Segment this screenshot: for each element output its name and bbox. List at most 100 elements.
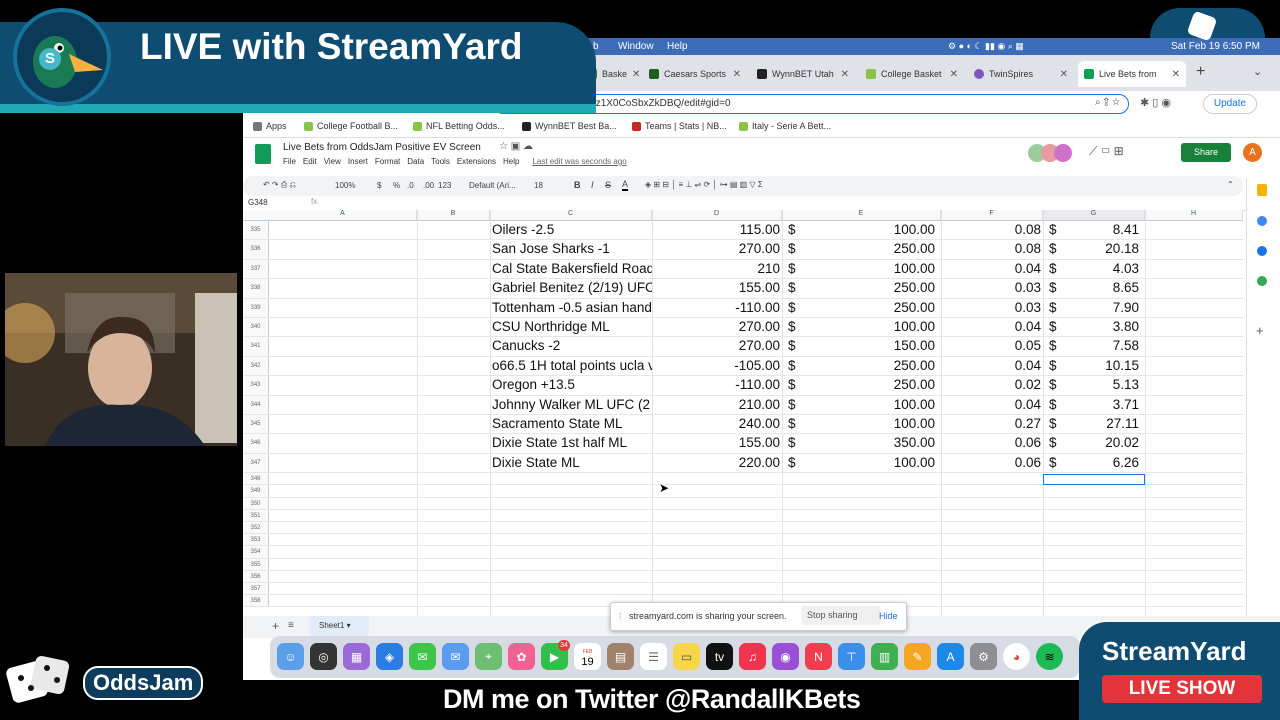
cell-bet[interactable]: San Jose Sharks -1 — [492, 241, 652, 256]
new-tab-icon[interactable]: + — [1196, 63, 1205, 81]
cell-bet[interactable]: Johnny Walker ML UFC (2 — [492, 397, 652, 412]
cell-stake[interactable]: 250.00 — [803, 377, 935, 392]
obs-icon[interactable]: ◎ — [310, 643, 337, 670]
close-icon[interactable]: ✕ — [733, 69, 741, 80]
cell-ev-value[interactable]: 8.41 — [1063, 222, 1139, 237]
cell-ev-pct[interactable]: 0.06 — [941, 435, 1041, 450]
cell-ev-value[interactable]: 4.03 — [1063, 261, 1139, 276]
cell-stake[interactable]: 100.00 — [803, 416, 935, 431]
cell-ev-value[interactable]: 27.11 — [1063, 416, 1139, 431]
cell-odds[interactable]: -105.00 — [652, 358, 780, 373]
row-number[interactable]: 345 — [243, 415, 269, 434]
cell-ev-value[interactable]: 3.71 — [1063, 397, 1139, 412]
update-button[interactable]: Update — [1203, 94, 1257, 114]
numbers-icon[interactable]: ▥ — [871, 643, 898, 670]
reminders-icon[interactable]: ☰ — [640, 643, 667, 670]
cell-bet[interactable]: Oregon +13.5 — [492, 377, 652, 392]
font-select[interactable]: Default (Ari... — [469, 181, 516, 190]
messages-icon[interactable]: ✉ — [409, 643, 436, 670]
cell-ev-value[interactable]: 10.15 — [1063, 358, 1139, 373]
column-g[interactable]: G — [1043, 210, 1145, 220]
menu-item-window[interactable]: Window — [618, 41, 654, 52]
text-color-button[interactable]: A — [622, 179, 629, 191]
notes-icon[interactable]: ▭ — [673, 643, 700, 670]
cell-bet[interactable]: o66.5 1H total points ucla v — [492, 358, 652, 373]
bookmark-italy-serie-a[interactable]: Italy - Serie A Bett... — [739, 121, 831, 131]
close-icon[interactable]: ✕ — [1172, 69, 1180, 80]
column-e[interactable]: E — [782, 210, 941, 220]
zoom-select[interactable]: 100% — [335, 181, 355, 190]
cell-ev-pct[interactable]: 0.08 — [941, 222, 1041, 237]
cell-ev-value[interactable]: 6.26 — [1063, 455, 1139, 470]
share-button[interactable]: Share — [1181, 143, 1231, 162]
column-c[interactable]: C — [490, 210, 652, 220]
calendar-icon[interactable]: FEB 19 — [574, 643, 601, 670]
column-b[interactable]: B — [417, 210, 490, 220]
avatar[interactable]: A — [1243, 143, 1262, 162]
tab-twinspires[interactable]: TwinSpires ✕ — [968, 61, 1074, 87]
add-addon-icon[interactable]: + — [1256, 323, 1264, 338]
pages-icon[interactable]: ✎ — [904, 643, 931, 670]
tab-college-basketball[interactable]: College Basket ✕ — [860, 61, 964, 87]
row-number[interactable]: 346 — [243, 434, 269, 453]
cell-ev-value[interactable]: 3.80 — [1063, 319, 1139, 334]
launchpad-icon[interactable]: ▦ — [343, 643, 370, 670]
cell-ev-pct[interactable]: 0.04 — [941, 261, 1041, 276]
bookmark-teams-stats[interactable]: Teams | Stats | NB... — [632, 121, 727, 131]
row-number[interactable]: 347 — [243, 453, 269, 473]
close-icon[interactable]: ✕ — [1060, 69, 1068, 80]
row-number[interactable]: 337 — [243, 259, 269, 279]
tasks-icon[interactable] — [1257, 216, 1267, 226]
cell-stake[interactable]: 100.00 — [803, 397, 935, 412]
cell-odds[interactable]: 155.00 — [652, 280, 780, 295]
tab-caesars[interactable]: Caesars Sports ✕ — [643, 61, 747, 87]
cell-ev-value[interactable]: 7.90 — [1063, 300, 1139, 315]
cell-ev-value[interactable]: 8.65 — [1063, 280, 1139, 295]
menu-edit[interactable]: Edit — [303, 157, 317, 166]
menu-data[interactable]: Data — [407, 157, 424, 166]
last-edit-link[interactable]: Last edit was seconds ago — [532, 157, 626, 166]
row-number[interactable]: 342 — [243, 356, 269, 376]
cell-ev-pct[interactable]: 0.04 — [941, 319, 1041, 334]
cell-odds[interactable]: 155.00 — [652, 435, 780, 450]
increase-decimal-button[interactable]: .00 — [423, 181, 434, 190]
cell-stake[interactable]: 350.00 — [803, 435, 935, 450]
keep-icon[interactable] — [1257, 184, 1267, 196]
maps-icon[interactable] — [1257, 276, 1267, 286]
row-number[interactable]: 358 — [243, 595, 269, 607]
menu-help[interactable]: Help — [503, 157, 519, 166]
cell-ev-pct[interactable]: 0.08 — [941, 241, 1041, 256]
cell-ev-pct[interactable]: 0.03 — [941, 300, 1041, 315]
cell-odds[interactable]: -110.00 — [652, 377, 780, 392]
column-h[interactable]: H — [1145, 210, 1243, 220]
row-number[interactable]: 356 — [243, 570, 269, 582]
name-box[interactable]: G348 — [248, 198, 268, 207]
percent-button[interactable]: % — [393, 181, 400, 190]
cell-ev-pct[interactable]: 0.06 — [941, 455, 1041, 470]
row-number[interactable]: 349 — [243, 485, 269, 497]
drag-handle-icon[interactable]: ⁞ — [619, 611, 622, 621]
close-icon[interactable]: ✕ — [841, 69, 849, 80]
cell-stake[interactable]: 250.00 — [803, 300, 935, 315]
music-icon[interactable]: ♫ — [739, 643, 766, 670]
format-icons[interactable]: ◈ ⊞ ⊟ │ ≡ ⊥ ⇌ ⟳ │ ⊶ ▤ ▥ ▽ Σ — [645, 180, 763, 189]
row-number[interactable]: 340 — [243, 318, 269, 337]
stop-sharing-button[interactable]: Stop sharing — [801, 606, 881, 625]
system-preferences-icon[interactable]: ⚙ — [970, 643, 997, 670]
mail-icon[interactable]: ✉ — [442, 643, 469, 670]
cell-bet[interactable]: CSU Northridge ML — [492, 319, 652, 334]
cell-ev-pct[interactable]: 0.03 — [941, 280, 1041, 295]
extensions-icon[interactable]: ✱ ▯ ◉ — [1140, 96, 1171, 109]
bookmark-nfl-odds[interactable]: NFL Betting Odds... — [413, 121, 505, 131]
cell-bet[interactable]: Oilers -2.5 — [492, 222, 652, 237]
cell-stake[interactable]: 250.00 — [803, 280, 935, 295]
bookmark-star-icon[interactable]: ⌕ ⇪ ☆ — [1095, 97, 1120, 108]
menu-tools[interactable]: Tools — [431, 157, 450, 166]
contacts-icon[interactable] — [1257, 246, 1267, 256]
column-f[interactable]: F — [941, 210, 1043, 220]
cell-odds[interactable]: 220.00 — [652, 455, 780, 470]
row-number[interactable]: 350 — [243, 497, 269, 509]
menu-item-help[interactable]: Help — [667, 41, 688, 52]
cell-ev-value[interactable]: 7.58 — [1063, 338, 1139, 353]
row-number[interactable]: 353 — [243, 534, 269, 546]
